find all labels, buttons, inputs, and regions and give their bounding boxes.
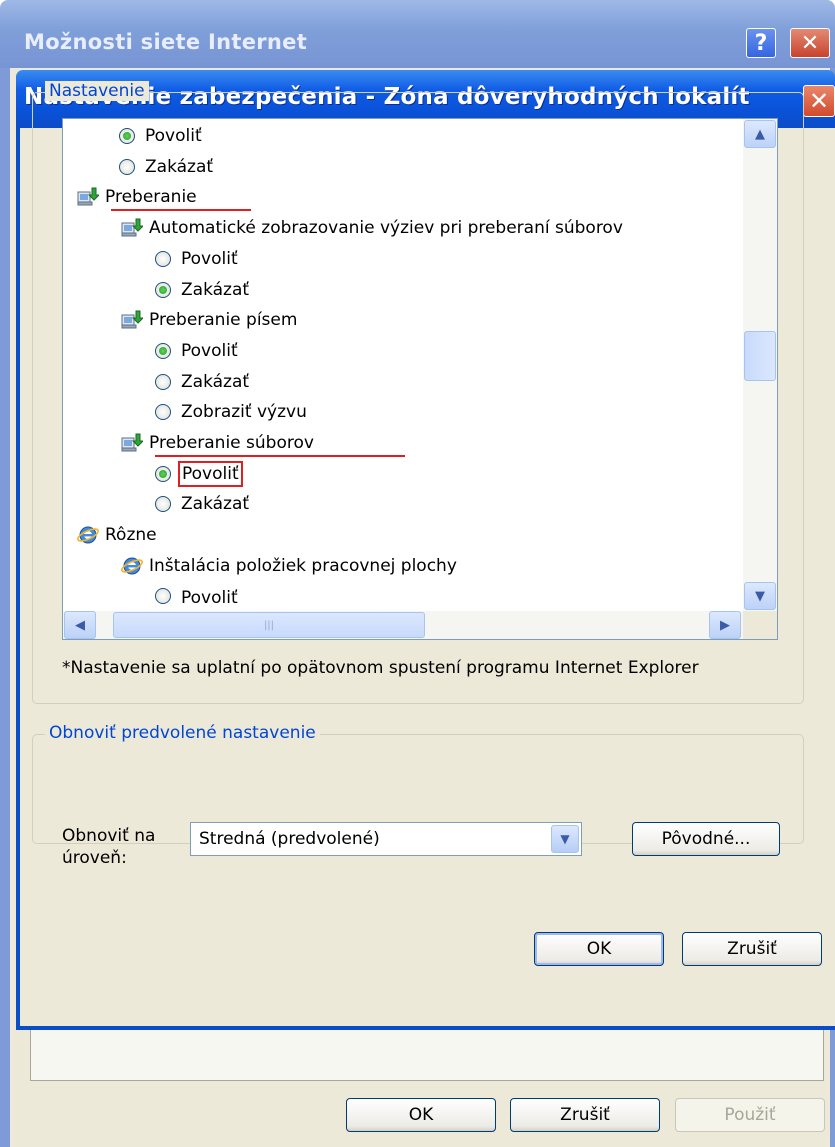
tree-item-label: Inštalácia položiek pracovnej plochy xyxy=(149,555,457,576)
scroll-right-button[interactable]: ▶ xyxy=(709,611,741,639)
tree-item-label: Preberanie xyxy=(105,187,197,208)
dialog-ok-button[interactable]: OK xyxy=(534,932,664,966)
radio-unchecked-icon[interactable] xyxy=(155,587,171,604)
tree-item-label: Rôzne xyxy=(105,525,157,546)
radio-checked-icon[interactable] xyxy=(155,342,171,359)
outer-cancel-button[interactable]: Zrušiť xyxy=(510,1098,660,1132)
scrollbar-corner xyxy=(743,611,777,639)
outer-window-title: Možnosti siete Internet xyxy=(24,30,308,54)
radio-checked-icon[interactable] xyxy=(119,128,135,144)
tree-item-label: Povoliť xyxy=(181,587,238,608)
radio-option[interactable]: Zakázať xyxy=(155,489,249,519)
radio-option[interactable]: Zakázať xyxy=(119,152,213,182)
radio-option[interactable]: Zakázať xyxy=(155,275,249,305)
tree-item-label: Zobraziť výzvu xyxy=(181,402,307,423)
tree-setting: Automatické zobrazovanie výziev pri preb… xyxy=(121,213,623,243)
radio-option[interactable]: Povoliť xyxy=(155,244,238,274)
scroll-down-button[interactable]: ▼ xyxy=(744,582,776,610)
horizontal-scroll-thumb[interactable]: ||| xyxy=(113,612,425,638)
radio-option[interactable]: Povoliť xyxy=(119,121,202,151)
tree-category: Rôzne xyxy=(77,520,157,550)
radio-option[interactable]: Povoliť xyxy=(155,587,238,610)
scroll-left-button[interactable]: ◀ xyxy=(64,611,96,639)
close-icon: ✕ xyxy=(800,30,820,56)
radio-checked-icon[interactable] xyxy=(155,465,171,482)
download-settings-icon xyxy=(121,310,143,330)
tree-item-label: Zakázať xyxy=(181,494,250,515)
grip-icon: ||| xyxy=(263,619,275,631)
horizontal-scrollbar[interactable]: ◀ ||| ▶ xyxy=(63,611,743,639)
tree-setting: Preberanie súborov xyxy=(121,428,314,458)
download-settings-icon xyxy=(121,433,143,453)
radio-unchecked-icon[interactable] xyxy=(155,250,171,267)
outer-ok-button[interactable]: OK xyxy=(346,1098,496,1132)
outer-apply-button: Použiť xyxy=(675,1098,825,1132)
radio-option[interactable]: Povoliť xyxy=(155,459,243,489)
scroll-up-button[interactable]: ▲ xyxy=(744,120,776,148)
tree-category: Preberanie xyxy=(77,182,197,212)
reset-default-button[interactable]: Pôvodné... xyxy=(632,822,780,856)
radio-unchecked-icon[interactable] xyxy=(155,404,171,421)
vertical-scrollbar[interactable]: ▲ ▼ xyxy=(743,119,777,611)
reset-level-label-line1: Obnoviť na xyxy=(62,826,156,846)
tree-item-label: Povoliť xyxy=(145,126,202,146)
restart-note: *Nastavenie sa uplatní po opätovnom spus… xyxy=(62,658,699,678)
tree-item-label: Zakázať xyxy=(145,156,214,177)
outer-title-bar[interactable]: Možnosti siete Internet ? ✕ xyxy=(0,0,835,68)
tree-item-label: Preberanie písem xyxy=(149,310,298,331)
radio-checked-icon[interactable] xyxy=(155,281,171,298)
outer-close-button[interactable]: ✕ xyxy=(790,28,830,58)
vertical-scroll-thumb[interactable] xyxy=(744,331,776,381)
radio-option[interactable]: Zobraziť výzvu xyxy=(155,397,307,427)
radio-option[interactable]: Zakázať xyxy=(155,367,249,397)
dialog-close-button[interactable]: ✕ xyxy=(803,85,835,117)
chevron-right-icon: ▶ xyxy=(720,617,730,633)
outer-frame-left xyxy=(0,68,10,1147)
tree-item-label: Povoliť xyxy=(181,248,238,269)
chevron-left-icon: ◀ xyxy=(75,617,85,633)
radio-unchecked-icon[interactable] xyxy=(155,496,171,513)
dialog-cancel-button[interactable]: Zrušiť xyxy=(682,932,822,966)
internet-explorer-icon xyxy=(121,556,143,576)
help-button[interactable]: ? xyxy=(746,28,776,58)
tree-setting: Preberanie písem xyxy=(121,305,297,335)
red-underline-annotation xyxy=(155,455,405,457)
radio-unchecked-icon[interactable] xyxy=(119,158,135,175)
outer-content-panel xyxy=(30,1027,824,1081)
reset-level-value: Stredná (predvolené) xyxy=(199,829,380,849)
tree-item-label: Povoliť xyxy=(178,460,243,487)
tree-item-label: Automatické zobrazovanie výziev pri preb… xyxy=(149,218,623,239)
reset-group-label: Obnoviť predvolené nastavenie xyxy=(45,723,320,743)
download-settings-icon xyxy=(77,187,99,207)
download-settings-icon xyxy=(121,218,143,238)
tree-item-label: Zakázať xyxy=(181,371,250,392)
radio-unchecked-icon[interactable] xyxy=(155,373,171,390)
settings-tree-rows: Povoliť Zakázať Preberanie Automatické zobr… xyxy=(63,119,743,611)
reset-level-select[interactable]: Stredná (predvolené) ▼ xyxy=(190,822,582,856)
tree-item-label: Preberanie súborov xyxy=(149,433,314,453)
settings-tree[interactable]: Povoliť Zakázať Preberanie Automatické zobr… xyxy=(62,118,778,640)
help-icon: ? xyxy=(754,30,768,56)
tree-item-label: Povoliť xyxy=(181,340,238,361)
chevron-up-icon: ▲ xyxy=(755,126,765,142)
red-underline-annotation xyxy=(111,209,251,212)
chevron-down-icon: ▼ xyxy=(755,588,765,604)
reset-level-label-line2: úroveň: xyxy=(62,848,127,868)
settings-group-label: Nastavenie xyxy=(45,81,149,101)
tree-item-label: Zakázať xyxy=(181,279,250,300)
close-icon: ✕ xyxy=(808,87,830,115)
radio-option[interactable]: Povoliť xyxy=(155,336,238,366)
dropdown-arrow-icon[interactable]: ▼ xyxy=(551,825,579,853)
tree-setting: Inštalácia položiek pracovnej plochy xyxy=(121,551,457,581)
internet-explorer-icon xyxy=(77,525,99,545)
dialog-frame-bottom xyxy=(16,1026,835,1030)
